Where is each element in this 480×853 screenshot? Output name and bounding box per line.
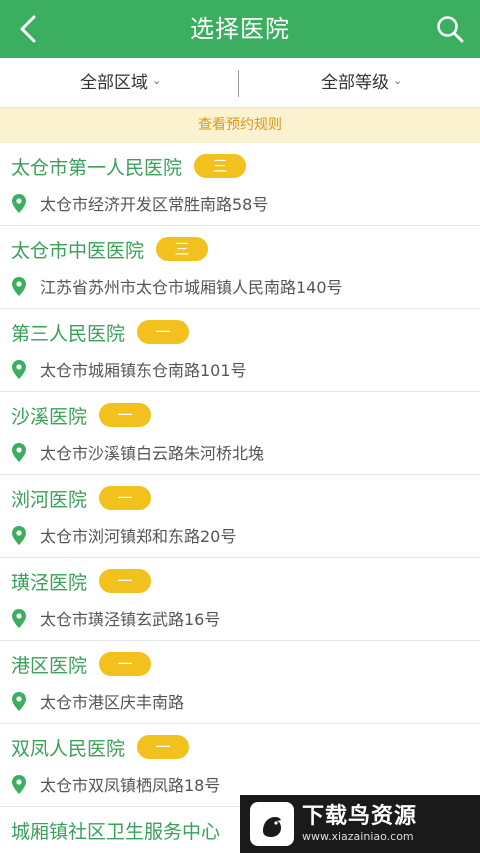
hospital-name: 太仓市第一人民医院 <box>11 156 183 179</box>
hospital-level-badge: 一 <box>99 569 152 593</box>
hospital-address: 太仓市经济开发区常胜南路58号 <box>40 195 269 214</box>
hospital-address: 太仓市沙溪镇白云路朱河桥北堍 <box>40 444 265 463</box>
hospital-address: 太仓市浏河镇郑和东路20号 <box>40 527 237 546</box>
hospital-address: 太仓市璜泾镇玄武路16号 <box>40 610 221 629</box>
hospital-list-item[interactable]: 沙溪医院一 太仓市沙溪镇白云路朱河桥北堍 <box>0 392 480 475</box>
hospital-name: 沙溪医院 <box>11 405 88 428</box>
booking-rules-link[interactable]: 查看预约规则 <box>0 108 480 143</box>
hospital-address: 太仓市港区庆丰南路 <box>40 693 185 712</box>
watermark-url: www.xiazainiao.com <box>302 830 414 843</box>
location-pin-icon <box>11 691 27 711</box>
search-icon <box>437 16 464 43</box>
hospital-address: 江苏省苏州市太仓市城厢镇人民南路140号 <box>40 278 343 297</box>
hospital-level-badge: 一 <box>99 403 152 427</box>
hospital-list-item[interactable]: 太仓市第一人民医院三 太仓市经济开发区常胜南路58号 <box>0 143 480 226</box>
hospital-list-item[interactable]: 璜泾医院一 太仓市璜泾镇玄武路16号 <box>0 558 480 641</box>
level-filter-dropdown[interactable]: 全部等级 ⌄ <box>321 58 402 108</box>
hospital-level-badge: 一 <box>137 735 190 759</box>
hospital-list-item[interactable]: 第三人民医院一 太仓市城厢镇东仓南路101号 <box>0 309 480 392</box>
area-filter-dropdown[interactable]: 全部区域 ⌄ <box>80 58 161 108</box>
location-pin-icon <box>11 276 27 296</box>
hospital-level-badge: 一 <box>99 652 152 676</box>
chevron-down-icon: ⌄ <box>152 74 162 87</box>
filter-bar: 全部区域 ⌄ 全部等级 ⌄ <box>0 58 480 108</box>
page-title: 选择医院 <box>190 15 290 43</box>
hospital-list-item[interactable]: 浏河医院一 太仓市浏河镇郑和东路20号 <box>0 475 480 558</box>
hospital-name: 城厢镇社区卫生服务中心 <box>11 820 221 843</box>
location-pin-icon <box>11 359 27 379</box>
level-filter-label: 全部等级 <box>321 73 389 93</box>
filter-divider <box>238 70 239 97</box>
location-pin-icon <box>11 774 27 794</box>
location-pin-icon <box>11 608 27 628</box>
watermark-title: 下载鸟资源 <box>302 804 418 829</box>
hospital-name: 璜泾医院 <box>11 571 88 594</box>
chevron-down-icon: ⌄ <box>393 74 403 87</box>
hospital-list-item[interactable]: 太仓市中医医院三 江苏省苏州市太仓市城厢镇人民南路140号 <box>0 226 480 309</box>
hospital-level-badge: 三 <box>156 237 209 261</box>
hospital-name: 双凤人民医院 <box>11 737 126 760</box>
location-pin-icon <box>11 193 27 213</box>
hospital-name: 第三人民医院 <box>11 322 126 345</box>
location-pin-icon <box>11 442 27 462</box>
app-header: 选择医院 <box>0 0 480 58</box>
site-watermark: 下载鸟资源 www.xiazainiao.com <box>240 795 480 853</box>
search-button[interactable] <box>430 9 470 49</box>
hospital-name: 浏河医院 <box>11 488 88 511</box>
hospital-name: 港区医院 <box>11 654 88 677</box>
location-pin-icon <box>11 525 27 545</box>
hospital-name: 太仓市中医医院 <box>11 239 145 262</box>
hospital-address: 太仓市双凤镇栖凤路18号 <box>40 776 221 795</box>
bird-logo-icon <box>250 802 294 846</box>
hospital-level-badge: 三 <box>194 154 247 178</box>
hospital-list-item[interactable]: 港区医院一 太仓市港区庆丰南路 <box>0 641 480 724</box>
hospital-address: 太仓市城厢镇东仓南路101号 <box>40 361 247 380</box>
hospital-level-badge: 一 <box>99 486 152 510</box>
hospital-level-badge: 一 <box>137 320 190 344</box>
hospital-list: 太仓市第一人民医院三 太仓市经济开发区常胜南路58号 太仓市中医医院三 江苏省苏… <box>0 143 480 853</box>
area-filter-label: 全部区域 <box>80 73 148 93</box>
